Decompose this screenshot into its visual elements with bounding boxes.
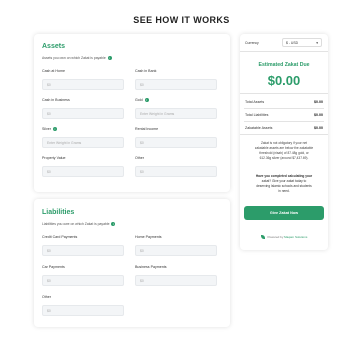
total-liabilities-value: $0.00 [314,113,323,117]
estimate-title: Estimated Zakat Due [258,62,310,68]
assets-card: Assets Assets you own on which Zakat is … [34,34,230,192]
business-payments-input[interactable]: $0 [135,275,217,286]
gold-input[interactable]: Enter Weight in Grams [135,108,217,119]
give-zakat-button[interactable]: Give Zakat Now [244,206,324,220]
cash-at-home-label: Cash at Home [42,69,65,73]
assets-description: Assets you own on which Zakat is payable… [42,56,112,61]
chevron-down-icon: ▾ [316,41,318,45]
silver-input[interactable]: Enter Weight in Grams [42,137,124,148]
car-payments-label: Car Payments [42,265,65,269]
cash-in-business-input[interactable]: $0 [42,108,124,119]
property-value-label: Property Value [42,156,66,160]
zakat-amount: $0.00 [267,73,301,88]
currency-label: Currency [245,41,259,45]
total-assets-label: Total Assets [245,100,265,104]
info-icon[interactable]: i [107,56,112,61]
summary-card: Currency $ - USD ▾ Estimated Zakat Due $… [240,34,328,250]
liabilities-title: Liabilities [42,209,75,216]
info-icon[interactable]: i [53,127,57,132]
currency-select[interactable]: $ - USD ▾ [282,38,322,47]
assets-title: Assets [42,43,65,50]
car-payments-input[interactable]: $0 [42,275,124,286]
leaf-logo-icon [260,235,265,240]
zakatable-assets-value: $0.00 [314,126,323,130]
liabilities-other-label: Other [42,295,51,299]
assets-other-input[interactable]: $0 [135,166,217,177]
home-payments-input[interactable]: $0 [135,245,217,256]
home-payments-label: Home Payments [135,235,162,239]
silver-label: Silver i [42,127,57,132]
info-icon[interactable]: i [111,222,116,227]
total-liabilities-label: Total Liabilities [245,113,269,117]
rental-income-input[interactable]: $0 [135,137,217,148]
liabilities-card: Liabilities Liabilities you owe on which… [34,199,230,327]
zakatable-assets-label: Zakatable Assets [245,126,273,130]
give-zakat-cta: Have you completed calculating your zaka… [255,174,313,193]
brand-link[interactable]: Maqam Solutions [284,235,307,239]
info-icon[interactable]: i [144,98,149,103]
rental-income-label: Rental Income [135,127,159,131]
cash-in-bank-label: Cash in Bank [135,69,157,73]
cash-in-bank-input[interactable]: $0 [135,79,217,90]
total-assets-value: $0.00 [314,100,323,104]
page-title: SEE HOW IT WORKS [133,15,230,25]
cash-at-home-input[interactable]: $0 [42,79,124,90]
property-value-input[interactable]: $0 [42,166,124,177]
cash-in-business-label: Cash in Business [42,98,70,102]
liabilities-other-input[interactable]: $0 [42,305,124,316]
gold-label: Gold i [135,98,149,103]
powered-by: Powered by Maqam Solutions [240,235,328,240]
liabilities-description: Liabilities you owe on which Zakat is pa… [42,222,116,227]
assets-other-label: Other [135,156,144,160]
nisab-note: Zakat is not obligatory if your net zaka… [254,141,314,160]
business-payments-label: Business Payments [135,265,167,269]
credit-card-input[interactable]: $0 [42,245,124,256]
credit-card-label: Credit Card Payments [42,235,78,239]
